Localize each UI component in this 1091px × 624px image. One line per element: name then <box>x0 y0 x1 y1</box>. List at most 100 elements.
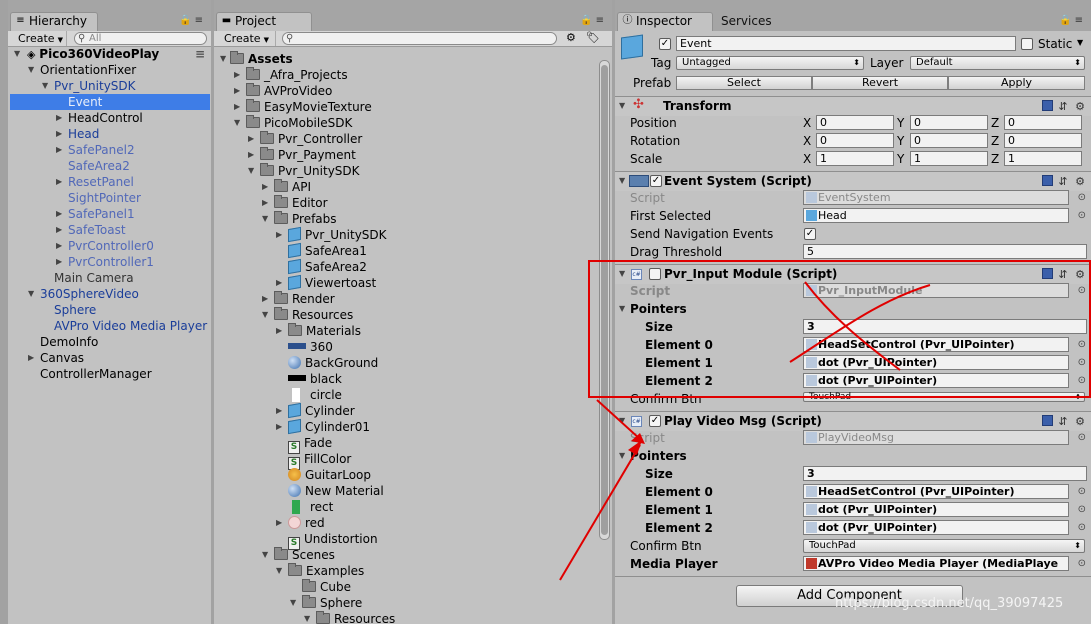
project-search-input[interactable]: ⚲ <box>282 32 557 45</box>
project-root[interactable]: Assets <box>230 51 293 67</box>
foldout-arrow-icon[interactable]: ▼ <box>262 547 268 563</box>
project-item[interactable]: _Afra_Projects <box>246 67 348 83</box>
project-lock-menu-icons[interactable]: 🔒 ≡ <box>580 15 604 26</box>
foldout-arrow-icon[interactable]: ▼ <box>304 611 310 624</box>
hierarchy-item[interactable]: Canvas <box>40 350 84 366</box>
project-item[interactable]: PicoMobileSDK <box>246 115 352 131</box>
scene-root[interactable]: ◈ Pico360VideoPlay ≡ <box>27 46 207 62</box>
foldout-arrow-icon[interactable]: ▼ <box>276 563 282 579</box>
pv-size-field[interactable]: 3 <box>803 466 1087 481</box>
object-picker-icon[interactable]: ⊙ <box>1078 486 1086 497</box>
project-item[interactable]: Scenes <box>274 547 335 563</box>
project-item[interactable]: SafeArea1 <box>288 242 367 259</box>
pv-pointers-label[interactable]: Pointers <box>630 448 687 464</box>
object-picker-icon[interactable]: ⊙ <box>1078 210 1086 221</box>
pv-element-field[interactable]: HeadSetControl (Pvr_UIPointer) <box>803 484 1069 499</box>
hierarchy-item[interactable]: DemoInfo <box>40 334 98 350</box>
foldout-arrow-icon[interactable]: ▼ <box>28 62 34 78</box>
project-item[interactable]: BackGround <box>288 355 378 371</box>
foldout-arrow-icon[interactable]: ▼ <box>619 413 625 429</box>
hierarchy-item[interactable]: Sphere <box>54 302 96 318</box>
scale-y-field[interactable]: 1 <box>910 151 988 166</box>
foldout-arrow-icon[interactable]: ▼ <box>262 211 268 227</box>
pv-confirm-dropdown[interactable]: TouchPad ⬍ <box>803 539 1085 553</box>
hierarchy-item[interactable]: PvrController1 <box>68 254 154 270</box>
prefab-select-button[interactable]: Select <box>676 76 812 90</box>
foldout-arrow-icon[interactable]: ▼ <box>248 163 254 179</box>
hierarchy-item[interactable]: Main Camera <box>54 270 134 286</box>
foldout-arrow-icon[interactable]: ▶ <box>56 142 62 158</box>
project-item[interactable]: Resources <box>316 611 395 624</box>
foldout-arrow-icon[interactable]: ▶ <box>248 147 254 163</box>
foldout-arrow-icon[interactable]: ▶ <box>276 419 282 435</box>
foldout-arrow-icon[interactable]: ▶ <box>276 515 282 531</box>
hierarchy-search-input[interactable]: ⚲ All <box>74 32 207 45</box>
project-item[interactable]: Cylinder <box>288 402 355 419</box>
foldout-arrow-icon[interactable]: ▶ <box>56 222 62 238</box>
tab-hierarchy[interactable]: ≡ Hierarchy <box>10 12 98 31</box>
filter-by-label-icon[interactable]: 🏷 <box>586 31 600 44</box>
hierarchy-item[interactable]: SafeToast <box>68 222 126 238</box>
pv-element-field[interactable]: dot (Pvr_UIPointer) <box>803 520 1069 535</box>
position-z-field[interactable]: 0 <box>1004 115 1082 130</box>
static-dropdown-arrow-icon[interactable]: ▼ <box>1077 38 1083 47</box>
foldout-arrow-icon[interactable]: ▶ <box>56 110 62 126</box>
foldout-arrow-icon[interactable]: ▼ <box>234 115 240 131</box>
hierarchy-item[interactable]: OrientationFixer <box>40 62 136 78</box>
hierarchy-create-dropdown[interactable]: Create ▼ <box>12 31 67 46</box>
foldout-arrow-icon[interactable]: ▶ <box>56 174 62 190</box>
project-item[interactable]: Viewertoast <box>288 274 376 291</box>
object-picker-icon[interactable]: ⊙ <box>1078 504 1086 515</box>
position-x-field[interactable]: 0 <box>816 115 894 130</box>
component-header-icons[interactable]: ⇵ ⚙ <box>1041 415 1087 428</box>
position-y-field[interactable]: 0 <box>910 115 988 130</box>
project-item[interactable]: red <box>288 515 325 531</box>
play-video-enabled-checkbox[interactable]: ✓ <box>649 415 661 427</box>
hierarchy-item[interactable]: Head <box>68 126 99 142</box>
project-item[interactable]: AVProVideo <box>246 83 332 99</box>
event-system-enabled-checkbox[interactable]: ✓ <box>650 175 662 187</box>
component-header-icons[interactable]: ⇵ ⚙ <box>1041 100 1087 113</box>
project-item[interactable]: Materials <box>288 323 361 339</box>
transform-header[interactable]: ▼ ✣ Transform ⇵ ⚙ <box>615 96 1091 116</box>
hierarchy-item[interactable]: AVPro Video Media Player <box>54 318 207 334</box>
project-item[interactable]: Cylinder01 <box>288 418 370 435</box>
active-checkbox[interactable]: ✓ <box>659 38 671 50</box>
project-item[interactable]: black <box>288 371 342 387</box>
foldout-arrow-icon[interactable]: ▶ <box>234 67 240 83</box>
object-name-field[interactable]: Event <box>676 36 1016 51</box>
foldout-arrow-icon[interactable]: ▶ <box>276 323 282 339</box>
hierarchy-lock-menu-icons[interactable]: 🔒 ≡ <box>179 15 203 26</box>
project-item[interactable]: Prefabs <box>274 211 337 227</box>
hierarchy-item[interactable]: SafeArea2 <box>68 158 130 174</box>
hierarchy-item[interactable]: SafePanel2 <box>68 142 135 158</box>
project-item[interactable]: API <box>274 179 311 195</box>
hierarchy-item[interactable]: ControllerManager <box>40 366 152 382</box>
project-item[interactable]: S Fade <box>288 435 332 454</box>
project-item[interactable]: Pvr_UnitySDK <box>288 226 387 243</box>
project-item[interactable]: GuitarLoop <box>288 467 371 483</box>
foldout-arrow-icon[interactable]: ▶ <box>276 275 282 291</box>
project-create-dropdown[interactable]: Create ▼ <box>218 31 276 46</box>
project-item[interactable]: New Material <box>288 483 384 499</box>
foldout-arrow-icon[interactable]: ▼ <box>290 595 296 611</box>
project-item[interactable]: Pvr_Controller <box>260 131 362 147</box>
foldout-arrow-icon[interactable]: ▼ <box>262 307 268 323</box>
project-item[interactable]: Cube <box>302 579 351 595</box>
foldout-arrow-icon[interactable]: ▶ <box>276 403 282 419</box>
rotation-y-field[interactable]: 0 <box>910 133 988 148</box>
foldout-arrow-icon[interactable]: ▶ <box>56 206 62 222</box>
object-picker-icon[interactable]: ⊙ <box>1078 522 1086 533</box>
foldout-arrow-icon[interactable]: ▼ <box>619 448 625 464</box>
media-player-field[interactable]: AVPro Video Media Player (MediaPlaye <box>803 556 1069 571</box>
static-checkbox[interactable] <box>1021 38 1033 50</box>
project-item[interactable]: Pvr_UnitySDK <box>260 163 360 179</box>
project-item[interactable]: 360 <box>288 339 333 355</box>
foldout-arrow-icon[interactable]: ▼ <box>220 51 226 67</box>
inspector-lock-menu-icons[interactable]: 🔒 ≡ <box>1059 15 1083 26</box>
tag-dropdown[interactable]: Untagged ⬍ <box>676 56 864 70</box>
object-picker-icon[interactable]: ⊙ <box>1078 558 1086 569</box>
foldout-arrow-icon[interactable]: ▶ <box>262 179 268 195</box>
hierarchy-item[interactable]: Pvr_UnitySDK <box>54 78 136 94</box>
event-system-header[interactable]: ▼ ✓ Event System (Script) ⇵ ⚙ <box>615 171 1091 191</box>
